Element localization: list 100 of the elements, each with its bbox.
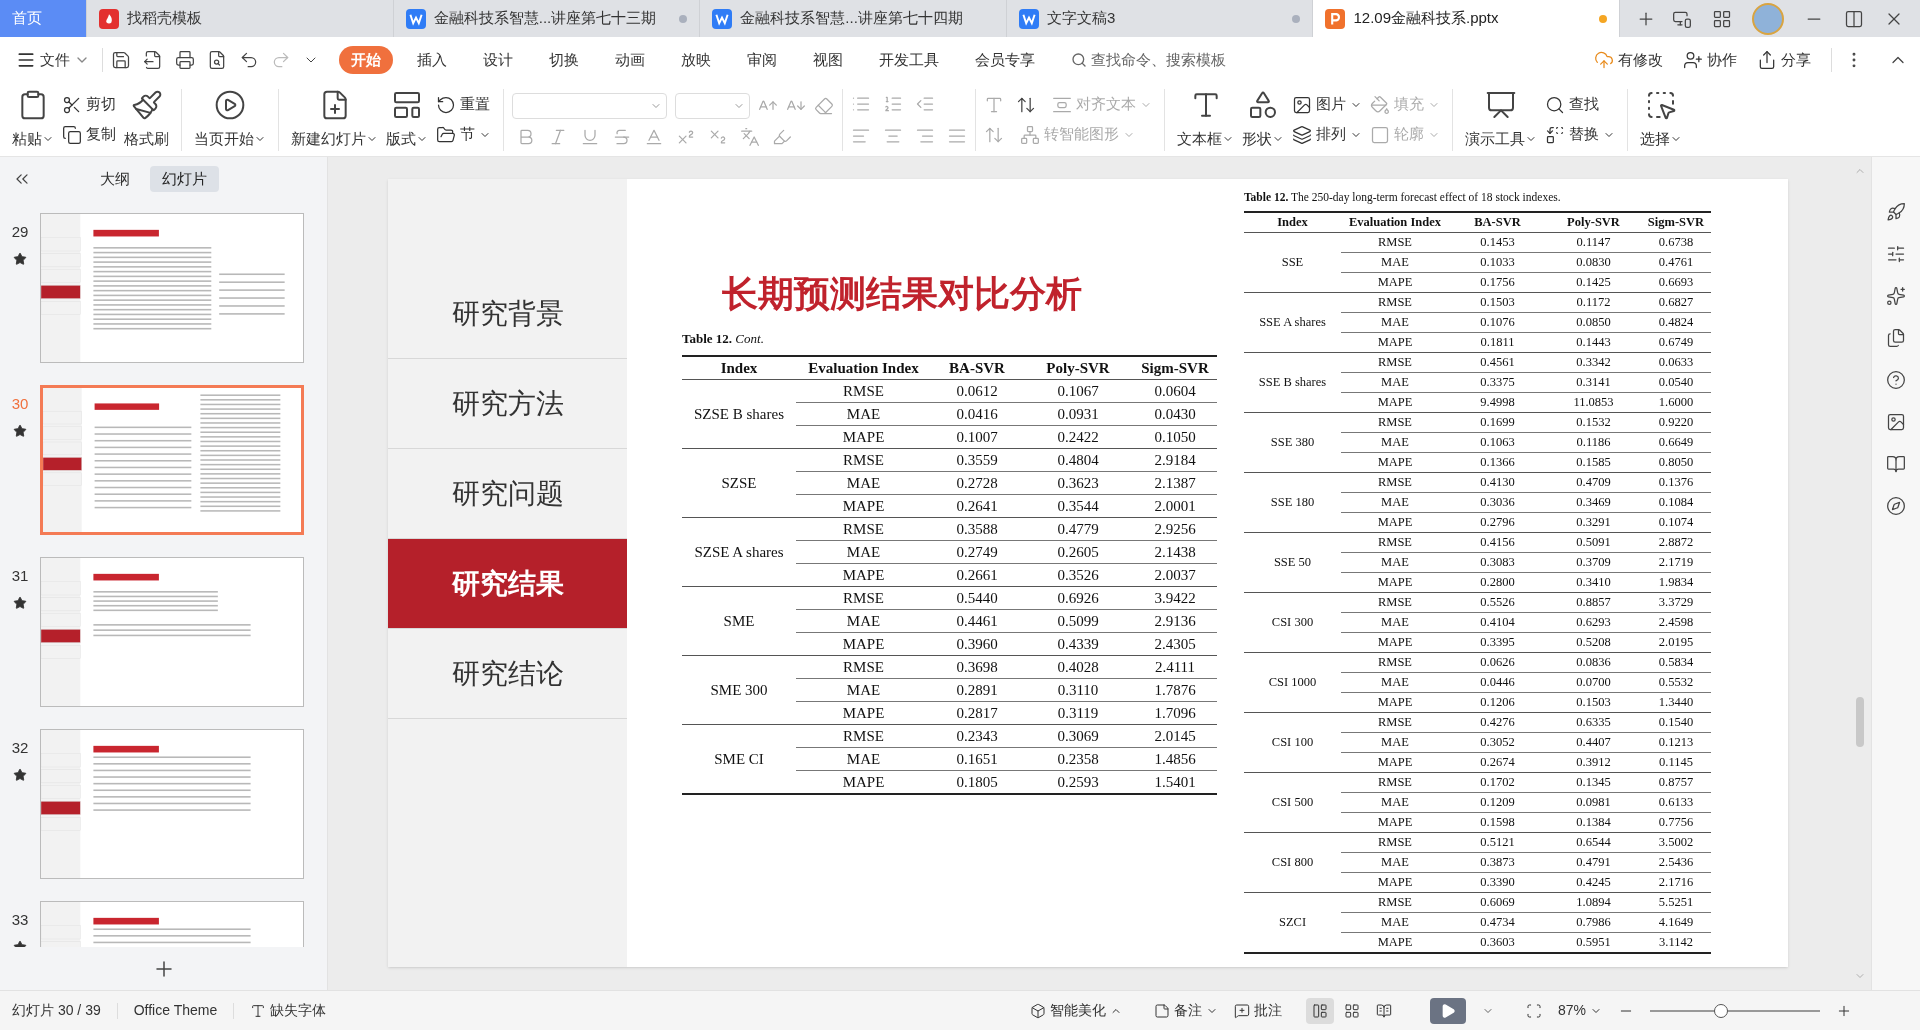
table-cell-text: 3.5002 (1657, 834, 1695, 852)
notes-button[interactable]: 备注 (1153, 1000, 1218, 1021)
section-nav-item[interactable]: 研究方法 (388, 359, 627, 449)
restore-icon[interactable] (1844, 8, 1865, 29)
table-cell-text: 0.2796 (1479, 514, 1516, 532)
zoom-slider[interactable] (1650, 1002, 1820, 1019)
scrollbar-thumb[interactable] (1856, 697, 1864, 747)
help-icon[interactable] (1886, 370, 1906, 390)
slide-thumbnail[interactable] (40, 557, 304, 707)
sparkle-icon[interactable] (1886, 286, 1906, 306)
toolbar-action[interactable]: 协作 (1675, 48, 1745, 72)
eraser-icon[interactable] (814, 95, 834, 116)
search-field[interactable]: 查找命令、搜索模板 (1071, 48, 1261, 72)
slide-thumbnail[interactable] (40, 385, 304, 535)
ribbon-tab[interactable]: 插入 (405, 46, 459, 74)
table-cell-text: MAPE (841, 634, 886, 654)
panel-tab[interactable]: 幻灯片 (150, 166, 219, 192)
table-cell-text: RMSE (842, 726, 885, 746)
preview-icon[interactable] (207, 50, 227, 70)
table-cell-text: RMSE (1376, 354, 1413, 372)
missing-fonts-button[interactable]: 缺失字体 (250, 1000, 327, 1021)
export-icon[interactable] (143, 50, 163, 70)
ribbon-tab[interactable]: 放映 (669, 46, 723, 74)
table-cell-text: MAE (1380, 314, 1410, 332)
table-cell-text: 1.6000 (1657, 394, 1695, 412)
cube-icon (1029, 1002, 1046, 1019)
text-box-button[interactable]: 文本框 (1173, 88, 1238, 151)
toolbar-action[interactable]: 分享 (1749, 48, 1819, 72)
table-cell-text: 2.4598 (1657, 614, 1695, 632)
toolbar-action[interactable]: 有修改 (1586, 48, 1671, 72)
table-cell-text: 0.6749 (1657, 334, 1695, 352)
table-cell-text: RMSE (842, 381, 885, 401)
rocket-icon[interactable] (1886, 202, 1906, 222)
reset-button[interactable]: 重置 (432, 89, 495, 120)
section-nav-item[interactable]: 研究背景 (388, 269, 627, 359)
find-button[interactable]: 查找 (1541, 89, 1619, 120)
grid-icon[interactable] (1712, 8, 1733, 29)
ribbon-tab[interactable]: 会员专享 (963, 46, 1047, 74)
ribbon-tab[interactable]: 设计 (471, 46, 525, 74)
table-cell-text: MAPE (1376, 814, 1414, 832)
arrange-button[interactable]: 排列 (1288, 119, 1366, 150)
ribbon-tab[interactable]: 开发工具 (867, 46, 951, 74)
slideshow-button[interactable] (1429, 997, 1466, 1024)
table-cell-text: 0.0830 (1575, 254, 1612, 272)
table-cell-text: 0.4104 (1479, 614, 1516, 632)
table-cell-text: 0.1756 (1479, 274, 1516, 292)
presentation-tools-button[interactable]: 演示工具 (1461, 88, 1541, 151)
table-cell-text: SME CI (713, 749, 765, 769)
column-header: Sigm-SVR (1140, 358, 1210, 378)
layout-button[interactable]: 版式 (382, 88, 432, 151)
cut-button[interactable]: 剪切 (58, 89, 120, 120)
file-menu[interactable]: 文件 (12, 48, 94, 72)
table-cell-text: 0.1540 (1657, 714, 1695, 732)
section-nav-item[interactable]: 研究结论 (388, 629, 627, 719)
play-current-button[interactable]: 当页开始 (190, 88, 270, 151)
table-cell-text: 0.3083 (1479, 554, 1516, 572)
ribbon-tab[interactable]: 切换 (537, 46, 591, 74)
table-cell-text: MAE (845, 542, 882, 562)
slide-thumbnail[interactable] (40, 729, 304, 879)
table-cell-text: 0.1503 (1575, 694, 1612, 712)
ribbon-tab[interactable]: 动画 (603, 46, 657, 74)
copy-button[interactable]: 复制 (58, 119, 120, 150)
section-button[interactable]: 节 (432, 119, 495, 150)
table-cell-text: RMSE (1376, 414, 1413, 432)
new-slide-button[interactable]: 新建幻灯片 (287, 88, 382, 151)
image-icon[interactable] (1886, 412, 1906, 432)
table-cell-text: 0.1007 (955, 427, 999, 447)
table-cell-text: 0.5099 (1056, 611, 1100, 631)
ribbon-tab[interactable]: 视图 (801, 46, 855, 74)
paste-button[interactable]: 粘贴 (8, 88, 58, 151)
document-tab[interactable]: 12.09金融科技系.pptx (1313, 0, 1621, 37)
picture-button[interactable]: 图片 (1288, 89, 1366, 120)
table-cell-text: 1.5401 (1153, 772, 1197, 792)
sliders-icon[interactable] (1886, 244, 1906, 264)
fit-icon[interactable] (1525, 1002, 1542, 1019)
view-mode-button[interactable] (1305, 997, 1334, 1024)
undo-icon[interactable] (239, 50, 259, 70)
phonetic-icon[interactable] (740, 126, 760, 147)
ribbon-tab[interactable]: 审阅 (735, 46, 789, 74)
table-cell-text: RMSE (842, 519, 885, 539)
slide-thumbnail[interactable] (40, 213, 304, 363)
square-icon (1370, 124, 1390, 145)
save-icon[interactable] (111, 50, 131, 70)
beautify-button[interactable]: 智能美化 (1029, 1000, 1122, 1021)
compass-icon[interactable] (1886, 496, 1906, 516)
book-icon[interactable] (1886, 454, 1906, 474)
table-cell-text: 0.1033 (1479, 254, 1516, 272)
shape-button[interactable]: 形状 (1238, 88, 1288, 151)
section-nav-item[interactable]: 研究结果 (388, 539, 627, 629)
zoom-dropdown[interactable]: 87% (1557, 1000, 1602, 1021)
table-cell-text: 2.9184 (1153, 450, 1197, 470)
files-icon[interactable] (1886, 328, 1906, 348)
table-cell-text: 2.4305 (1153, 634, 1197, 654)
select-button[interactable]: 选择 (1636, 88, 1686, 151)
print-icon[interactable] (175, 50, 195, 70)
panel-tab[interactable]: 大纲 (88, 166, 142, 192)
comments-button[interactable]: 批注 (1233, 1000, 1282, 1021)
replace-button[interactable]: 替换 (1541, 119, 1619, 150)
zoom-slider-thumb[interactable] (1714, 1003, 1729, 1018)
format-painter-button[interactable]: 格式刷 (120, 88, 173, 151)
